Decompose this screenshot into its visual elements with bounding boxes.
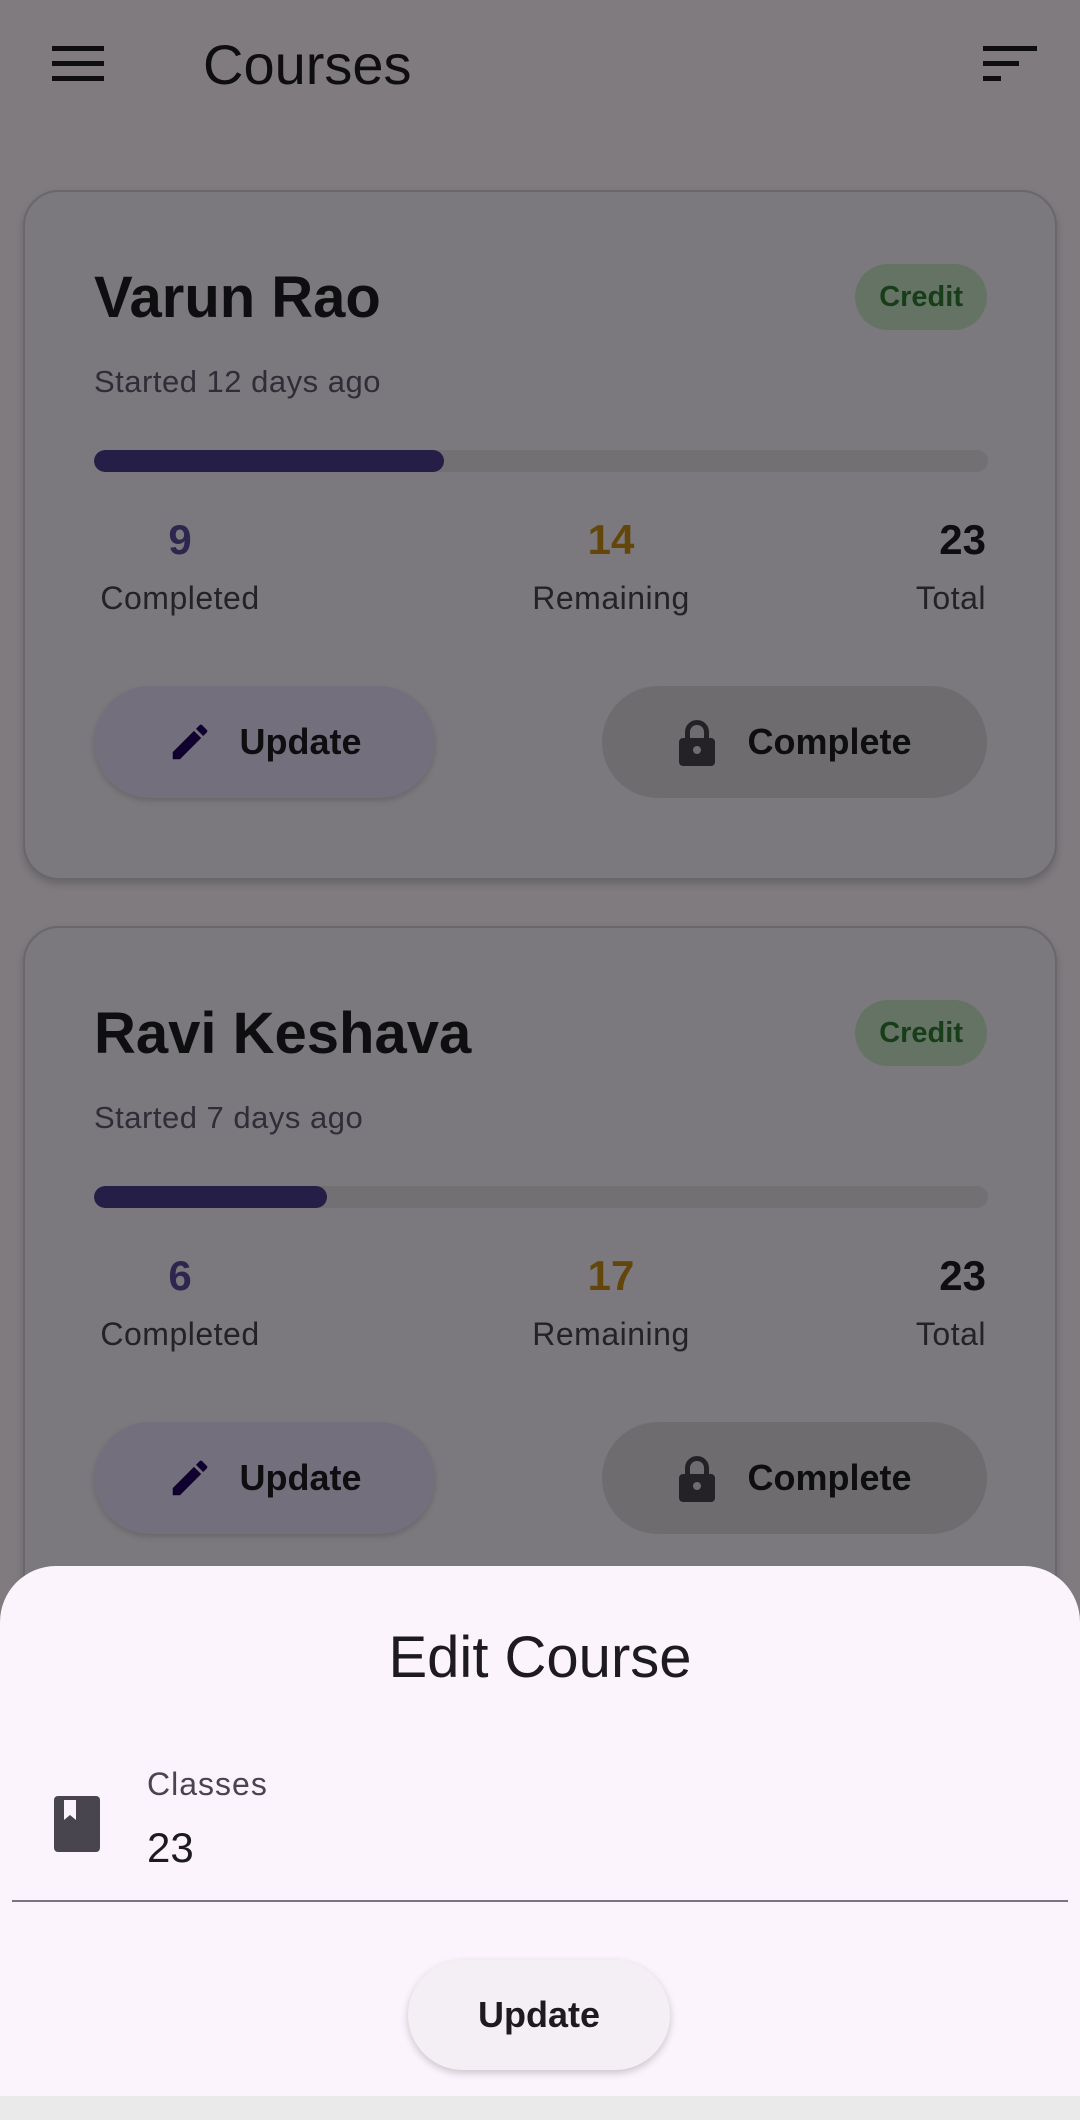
edit-course-sheet: Edit Course Classes 23 Update	[0, 1566, 1080, 2096]
app: Courses Varun Rao Credit Started 12 days…	[0, 0, 1080, 2120]
classes-field[interactable]: 23	[147, 1824, 194, 1872]
sheet-update-button[interactable]: Update	[408, 1960, 670, 2070]
book-icon	[54, 1796, 100, 1852]
sheet-title: Edit Course	[388, 1625, 692, 1690]
navigation-bar-area	[0, 2096, 1080, 2120]
field-underline	[12, 1900, 1068, 1902]
classes-field-label: Classes	[147, 1766, 268, 1802]
